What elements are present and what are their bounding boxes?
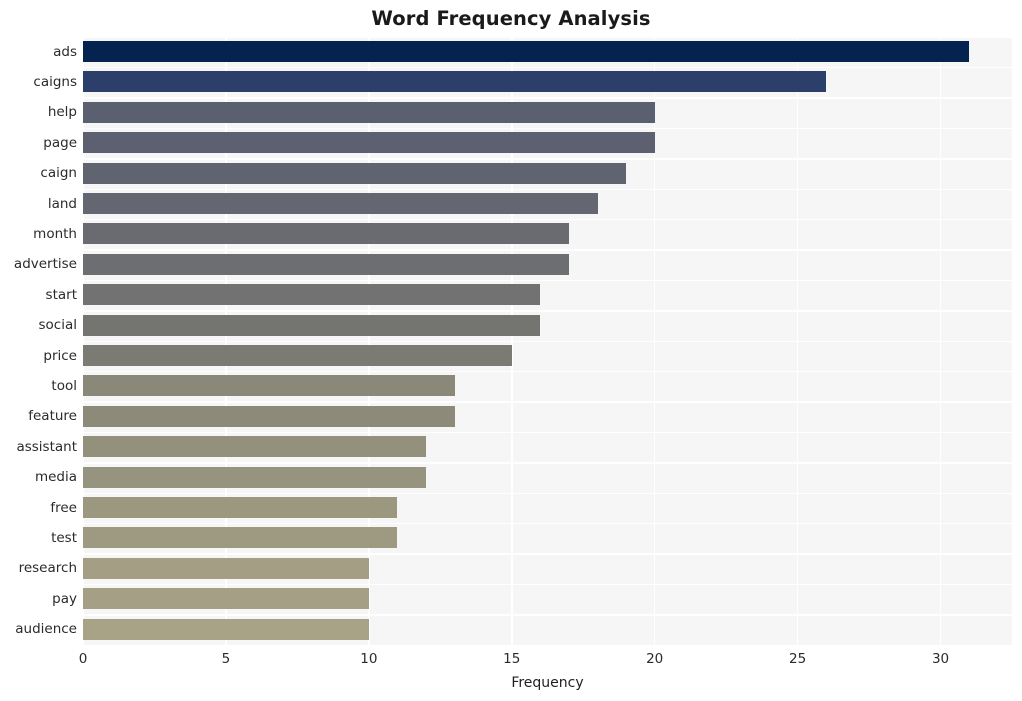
y-axis-tick-label: start: [45, 286, 77, 303]
y-axis-tick-label: research: [18, 560, 77, 577]
bar[interactable]: [83, 557, 369, 579]
y-axis-tick-label: free: [50, 499, 77, 516]
gridline-horizontal: [83, 583, 1012, 586]
bar[interactable]: [83, 223, 569, 245]
x-axis-tick-label: 25: [789, 651, 807, 667]
y-axis: ads caigns help page caign land month advertise…: [0, 37, 77, 645]
bar[interactable]: [83, 466, 426, 488]
y-axis-tick-label: caigns: [33, 73, 77, 90]
bar[interactable]: [83, 71, 827, 93]
y-axis-tick-label: assistant: [16, 438, 77, 455]
gridline-horizontal: [83, 218, 1012, 221]
bar[interactable]: [83, 345, 512, 366]
gridline-horizontal: [83, 492, 1012, 495]
gridline-horizontal: [83, 522, 1012, 525]
chart-title: Word Frequency Analysis: [371, 7, 651, 30]
bar[interactable]: [83, 41, 970, 62]
gridline-horizontal: [83, 249, 1012, 251]
y-axis-tick-label: social: [38, 317, 78, 334]
bar[interactable]: [83, 527, 398, 549]
bar[interactable]: [83, 101, 655, 123]
bar[interactable]: [83, 375, 455, 397]
y-axis-tick-label: tool: [51, 377, 77, 394]
y-axis-tick-label: month: [33, 225, 77, 242]
bar[interactable]: [83, 284, 541, 306]
y-axis-tick-label: audience: [15, 621, 77, 638]
gridline-horizontal: [83, 36, 1012, 39]
y-axis-tick-label: help: [47, 104, 77, 121]
bar[interactable]: [83, 162, 627, 184]
bar[interactable]: [83, 314, 541, 336]
x-axis-tick-label: 10: [360, 651, 378, 667]
x-axis-label: Frequency: [511, 675, 584, 691]
y-axis-tick-label: ads: [53, 43, 77, 60]
x-axis-tick-label: 30: [931, 651, 950, 667]
y-axis-tick-label: land: [47, 195, 77, 212]
x-axis-tick-label: 15: [503, 651, 521, 667]
y-axis-tick-label: feature: [28, 408, 77, 425]
y-axis-tick-label: media: [34, 469, 77, 486]
gridline-horizontal: [83, 97, 1012, 99]
bar[interactable]: [83, 436, 426, 458]
gridline-horizontal: [83, 401, 1012, 403]
gridline-horizontal: [83, 310, 1012, 312]
y-axis-tick-label: page: [43, 134, 77, 151]
y-axis-tick-label: caign: [40, 165, 77, 182]
gridline-horizontal: [83, 370, 1012, 373]
gridline-horizontal: [83, 158, 1012, 160]
y-axis-tick-label: test: [51, 529, 77, 546]
y-axis-tick-label: pay: [52, 590, 77, 607]
gridline-horizontal: [83, 188, 1012, 191]
bar[interactable]: [83, 618, 369, 640]
gridline-horizontal: [83, 279, 1012, 282]
gridline-horizontal: [83, 462, 1012, 464]
x-axis: 0 5 10 15 20 25 30: [79, 645, 1012, 675]
gridline-horizontal: [83, 127, 1012, 130]
gridline-horizontal: [83, 553, 1012, 555]
x-axis-tick-label: 5: [221, 651, 231, 667]
bar[interactable]: [83, 405, 455, 427]
gridline-horizontal: [83, 431, 1012, 434]
bar[interactable]: [83, 497, 398, 518]
bar[interactable]: [83, 193, 598, 214]
gridline-horizontal: [83, 614, 1012, 616]
bar[interactable]: [83, 253, 569, 275]
y-axis-tick-label: price: [43, 347, 77, 364]
y-axis-tick-label: advertise: [13, 256, 77, 273]
plot-area: [82, 36, 1012, 647]
bar[interactable]: [83, 588, 369, 610]
x-axis-tick-label: 0: [78, 651, 88, 667]
gridline-horizontal: [83, 340, 1012, 343]
word-frequency-chart: Word Frequency Analysis ads caigns help pag…: [0, 0, 1022, 701]
gridline-horizontal: [83, 66, 1012, 69]
bar[interactable]: [83, 132, 655, 154]
x-axis-tick-label: 20: [646, 651, 664, 667]
